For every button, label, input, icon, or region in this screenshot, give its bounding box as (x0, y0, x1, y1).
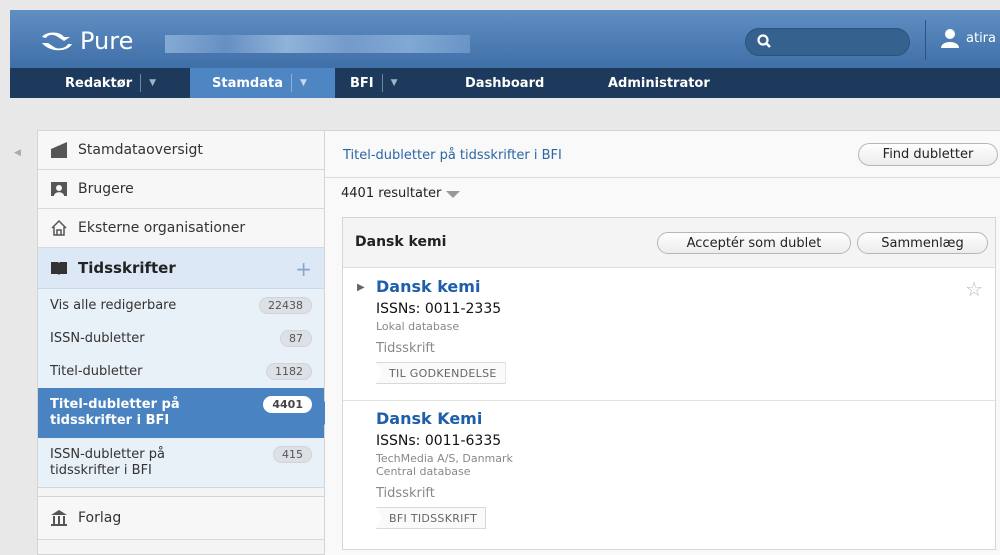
issn-text: ISSNs: 0011-6335 (376, 433, 502, 449)
sidebar-item-label: Brugere (78, 181, 134, 197)
sidebar-item-issn-dubletter-bfi[interactable]: ISSN-dubletter på tidsskrifter i BFI 415 (38, 438, 324, 488)
sidebar-section-label: Tidsskrifter (78, 259, 176, 277)
nav-separator (381, 74, 383, 92)
card-header: Dansk kemi Acceptér som dublet Sammenlæg (343, 218, 995, 268)
list-item: ▶ Dansk kemi ☆ ISSNs: 0011-2335 Lokal da… (343, 269, 995, 401)
nav-label: BFI (350, 75, 374, 91)
sidebar-item-label: Eksterne organisationer (78, 220, 246, 236)
expand-arrow-icon[interactable]: ▶ (357, 282, 365, 293)
nav-label: Stamdata (212, 75, 283, 91)
count-badge: 87 (280, 330, 312, 347)
sidebar-item-label: Vis alle redigerbare (50, 297, 177, 313)
chevron-down-icon[interactable]: ▼ (300, 78, 307, 88)
find-duplicates-button[interactable]: Find dubletter (858, 143, 998, 166)
sidebar-item-label: ISSN-dubletter på tidsskrifter i BFI (50, 446, 165, 478)
house-icon (51, 219, 67, 236)
header-divider (925, 20, 926, 60)
top-header: Pure atira (10, 10, 1000, 68)
chevron-down-icon[interactable]: ▼ (391, 78, 398, 88)
sidebar-item-label: Titel-dubletter (50, 363, 143, 379)
nav-stamdata[interactable]: Stamdata ▼ (190, 68, 335, 98)
breadcrumb[interactable]: Titel-dubletter på tidsskrifter i BFI (343, 148, 562, 163)
user-icon (941, 29, 959, 48)
pure-logo[interactable]: Pure (38, 26, 133, 56)
nav-redaktor[interactable]: Redaktør ▼ (50, 68, 175, 98)
book-icon (51, 262, 67, 275)
sidebar-item-titel-dubletter[interactable]: Titel-dubletter 1182 (38, 355, 324, 388)
nav-dashboard[interactable]: Dashboard (465, 68, 544, 98)
building-icon (51, 510, 67, 526)
divider (325, 177, 1000, 178)
sidebar-section-tidsskrifter[interactable]: Tidsskrifter + (38, 248, 324, 289)
results-count: 4401 resultater (341, 186, 442, 201)
user-name: atira (966, 30, 996, 46)
status-badge: BFI TIDSSKRIFT (376, 507, 487, 529)
content-type: Tidsskrift (376, 486, 435, 501)
sidebar-item-issn-dubletter[interactable]: ISSN-dubletter 87 (38, 322, 324, 355)
nav-administrator[interactable]: Administrator (608, 68, 710, 98)
journal-title-link[interactable]: Dansk Kemi (376, 409, 482, 428)
sidebar-item-label: Titel-dubletter på tidsskrifter i BFI (50, 397, 180, 428)
count-badge: 415 (273, 446, 312, 463)
card-title: Dansk kemi (355, 234, 447, 250)
sidebar-item-forlag[interactable]: Forlag (38, 496, 324, 540)
sidebar-item-titel-dubletter-bfi[interactable]: Titel-dubletter på tidsskrifter i BFI 44… (38, 388, 336, 438)
nav-label: Redaktør (65, 75, 133, 91)
count-badge: 1182 (266, 363, 312, 380)
search-icon (757, 34, 771, 48)
sidebar: Stamdataoversigt Brugere Eksterne organi… (37, 130, 336, 555)
sidebar-item-label: Stamdataoversigt (78, 142, 203, 158)
content-type: Tidsskrift (376, 341, 435, 356)
journal-title-link[interactable]: Dansk kemi (376, 277, 480, 296)
add-icon[interactable]: + (295, 257, 312, 281)
collapse-arrow-icon[interactable]: ◀ (14, 148, 21, 158)
chevron-down-icon (446, 191, 461, 198)
nav-separator (290, 74, 292, 92)
overview-icon (51, 142, 67, 158)
accept-duplicate-button[interactable]: Acceptér som dublet (657, 232, 851, 254)
sidebar-item-label: ISSN-dubletter (50, 330, 145, 346)
status-badge: TIL GODKENDELSE (376, 362, 506, 384)
main-nav: Redaktør ▼ Stamdata ▼ BFI ▼ Dashboard Ad… (10, 68, 1000, 98)
sidebar-item-eksterne-organisationer[interactable]: Eksterne organisationer (38, 209, 324, 248)
source-database: Central database (376, 465, 471, 478)
star-icon[interactable]: ☆ (965, 277, 983, 301)
search-input[interactable] (745, 28, 910, 56)
duplicate-group-card: Dansk kemi Acceptér som dublet Sammenlæg… (342, 217, 996, 550)
source-database: Lokal database (376, 320, 460, 333)
blurred-institution-name (165, 35, 470, 53)
chevron-down-icon[interactable]: ▼ (149, 78, 156, 88)
sidebar-item-label: Forlag (78, 510, 122, 526)
nav-label: Dashboard (465, 75, 545, 91)
publisher-text: TechMedia A/S, Danmark (376, 452, 513, 465)
logo-text: Pure (80, 27, 134, 55)
user-icon (51, 182, 67, 196)
count-badge: 22438 (259, 297, 312, 314)
results-sort-dropdown[interactable]: 4401 resultater (341, 186, 461, 201)
nav-separator (140, 74, 142, 92)
issn-text: ISSNs: 0011-2335 (376, 301, 502, 317)
sidebar-item-stamdataoversigt[interactable]: Stamdataoversigt (38, 131, 324, 170)
sidebar-item-vis-alle-redigerbare[interactable]: Vis alle redigerbare 22438 (38, 289, 324, 322)
sidebar-item-brugere[interactable]: Brugere (38, 170, 324, 209)
nav-label: Administrator (608, 75, 710, 91)
user-menu[interactable]: atira (940, 28, 996, 48)
pure-logo-icon (42, 32, 72, 51)
list-item: Dansk Kemi ISSNs: 0011-6335 TechMedia A/… (343, 401, 995, 549)
count-badge: 4401 (263, 396, 312, 413)
main-content: Titel-dubletter på tidsskrifter i BFI Fi… (325, 130, 1000, 555)
merge-button[interactable]: Sammenlæg (857, 232, 988, 254)
nav-bfi[interactable]: BFI ▼ (350, 68, 450, 98)
